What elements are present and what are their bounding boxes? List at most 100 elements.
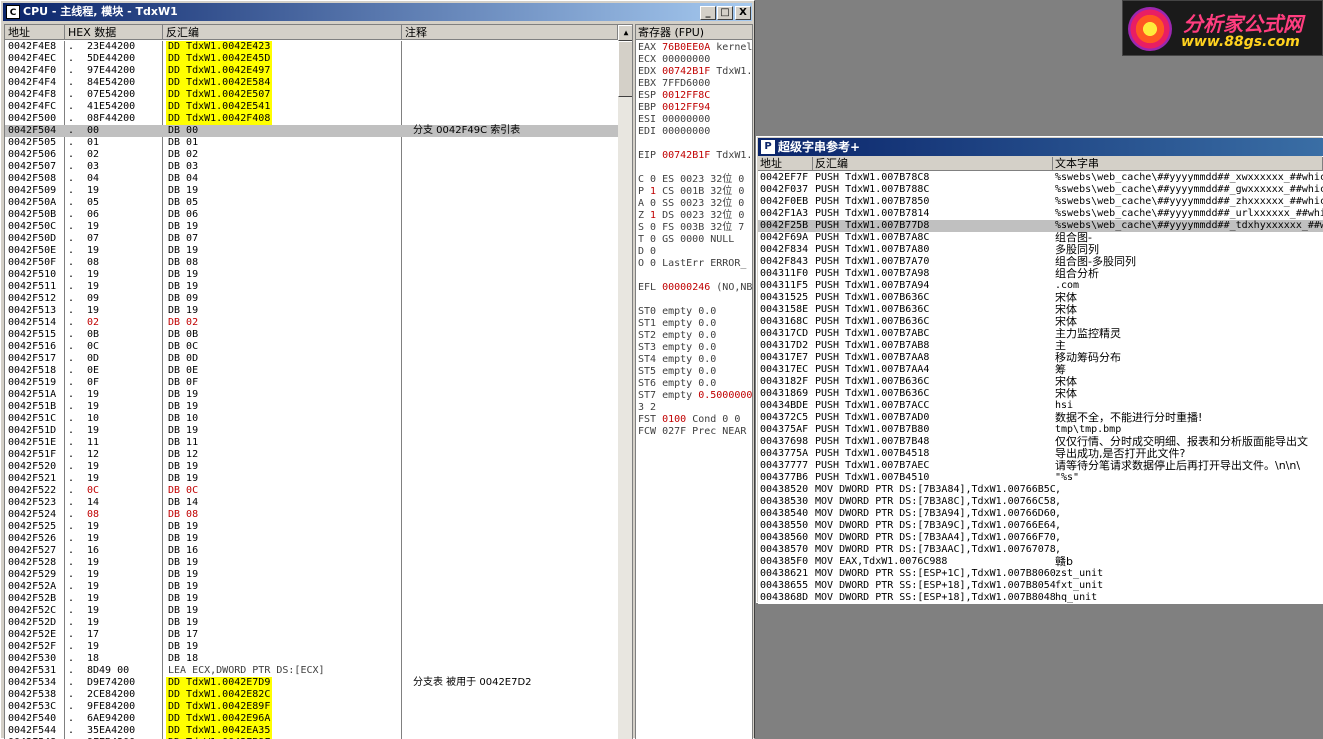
disassembly-row[interactable]: 0042F516. 0C DB 0C xyxy=(5,341,618,353)
register-line[interactable]: C 0 ES 0023 32位 0 xyxy=(638,174,744,186)
restore-button[interactable]: □ xyxy=(717,6,733,20)
string-row[interactable]: 0042F0EB PUSH TdxW1.007B7850 %swebs\web_ca… xyxy=(758,196,1323,208)
disassembly-row[interactable]: 0042F513. 19 DB 19 xyxy=(5,305,618,317)
register-line[interactable]: FCW 027F Prec NEAR xyxy=(638,426,746,438)
string-row[interactable]: 004375AF PUSH TdxW1.007B7B80 tmp\tmp.bmp xyxy=(758,424,1323,436)
string-row[interactable]: 00438540 MOV DWORD PTR DS:[7B3A94],TdxW1.… xyxy=(758,508,1323,520)
register-line[interactable]: EDI 00000000 xyxy=(638,126,710,138)
register-line[interactable]: ST0 empty 0.0 xyxy=(638,306,716,318)
disassembly-row[interactable]: 0042F4F4. 84E54200 DD TdxW1.0042E584 xyxy=(5,77,618,89)
register-line[interactable]: S 0 FS 003B 32位 7 xyxy=(638,222,744,234)
header-disassembly[interactable]: 反汇编 xyxy=(163,25,402,40)
disassembly-row[interactable]: 0042F52C. 19 DB 19 xyxy=(5,605,618,617)
string-row[interactable]: 0042F1A3 PUSH TdxW1.007B7814 %swebs\web_ca… xyxy=(758,208,1323,220)
register-line[interactable]: ST6 empty 0.0 xyxy=(638,378,716,390)
register-line[interactable]: O 0 LastErr ERROR_ xyxy=(638,258,746,270)
header-disassembly[interactable]: 反汇编 xyxy=(813,157,1053,171)
disassembly-row[interactable]: 0042F50E. 19 DB 19 xyxy=(5,245,618,257)
scroll-thumb[interactable] xyxy=(618,41,632,97)
register-line[interactable]: ST4 empty 0.0 xyxy=(638,354,716,366)
register-line[interactable]: EBX 7FFD6000 xyxy=(638,78,710,90)
header-text-string[interactable]: 文本字串 xyxy=(1053,157,1323,171)
disassembly-row[interactable]: 0042F517. 0D DB 0D xyxy=(5,353,618,365)
string-row[interactable]: 00438550 MOV DWORD PTR DS:[7B3A9C],TdxW1.… xyxy=(758,520,1323,532)
disassembly-row[interactable]: 0042F510. 19 DB 19 xyxy=(5,269,618,281)
register-line[interactable]: ST2 empty 0.0 xyxy=(638,330,716,342)
vertical-scrollbar[interactable]: ▲ xyxy=(618,25,632,739)
disassembly-row[interactable]: 0042F50A. 05 DB 05 xyxy=(5,197,618,209)
disassembly-row[interactable]: 0042F51B. 19 DB 19 xyxy=(5,401,618,413)
cpu-window-titlebar[interactable]: C CPU - 主线程, 模块 - TdxW1 _ □ X xyxy=(3,3,752,21)
string-row[interactable]: 0043775A PUSH TdxW1.007B4518 导出成功,是否打开此文件? xyxy=(758,448,1323,460)
string-row[interactable]: 004317CD PUSH TdxW1.007B7ABC 主力监控精灵 xyxy=(758,328,1323,340)
register-line[interactable]: ESI 00000000 xyxy=(638,114,710,126)
string-row[interactable]: 0042F25B PUSH TdxW1.007B77D8 %swebs\web_ca… xyxy=(758,220,1323,232)
register-line[interactable]: P 1 CS 001B 32位 0 xyxy=(638,186,744,198)
disassembly-pane[interactable]: 地址 HEX 数据 反汇编 注释 0042F4E8. 23E44200 DD Tdx… xyxy=(4,24,633,739)
disassembly-row[interactable]: 0042F4E8. 23E44200 DD TdxW1.0042E423 xyxy=(5,41,618,53)
disassembly-row[interactable]: 0042F52A. 19 DB 19 xyxy=(5,581,618,593)
register-line[interactable]: EDX 00742B1F TdxW1. xyxy=(638,66,752,78)
string-row[interactable]: 004317D2 PUSH TdxW1.007B7AB8 主 xyxy=(758,340,1323,352)
register-line[interactable]: EBP 0012FF94 xyxy=(638,102,710,114)
disassembly-row[interactable]: 0042F50B. 06 DB 06 xyxy=(5,209,618,221)
disassembly-row[interactable]: 0042F524. 08 DB 08 xyxy=(5,509,618,521)
disassembly-row[interactable]: 0042F52E. 17 DB 17 xyxy=(5,629,618,641)
string-row[interactable]: 004311F5 PUSH TdxW1.007B7A94 .com xyxy=(758,280,1323,292)
string-row[interactable]: 0042F037 PUSH TdxW1.007B788C %swebs\web_ca… xyxy=(758,184,1323,196)
disassembly-row[interactable]: 0042F4F0. 97E44200 DD TdxW1.0042E497 xyxy=(5,65,618,77)
header-address[interactable]: 地址 xyxy=(5,25,65,40)
disassembly-row[interactable]: 0042F519. 0F DB 0F xyxy=(5,377,618,389)
register-line[interactable]: D 0 xyxy=(638,246,656,258)
disassembly-row[interactable]: 0042F518. 0E DB 0E xyxy=(5,365,618,377)
disassembly-row[interactable]: 0042F50D. 07 DB 07 xyxy=(5,233,618,245)
disassembly-row[interactable]: 0042F4EC. 5DE44200 DD TdxW1.0042E45D xyxy=(5,53,618,65)
string-row[interactable]: 00438621 MOV DWORD PTR SS:[ESP+1C],TdxW1.… xyxy=(758,568,1323,580)
disassembly-row[interactable]: 0042F531. 8D49 00 LEA ECX,DWORD PTR DS:[EC… xyxy=(5,665,618,677)
close-button[interactable]: X xyxy=(735,6,751,20)
disassembly-row[interactable]: 0042F512. 09 DB 09 xyxy=(5,293,618,305)
disassembly-row[interactable]: 0042F520. 19 DB 19 xyxy=(5,461,618,473)
registers-pane[interactable]: 寄存器 (FPU) EAX 76B0EE0A kernel ECX 0000000… xyxy=(635,24,753,739)
disassembly-row[interactable]: 0042F540. 6AE94200 DD TdxW1.0042E96A xyxy=(5,713,618,725)
register-line[interactable]: ST7 empty 0.5000000 xyxy=(638,390,752,402)
string-row[interactable]: 00431525 PUSH TdxW1.007B636C 宋体 xyxy=(758,292,1323,304)
disassembly-row[interactable]: 0042F526. 19 DB 19 xyxy=(5,533,618,545)
disassembly-row[interactable]: 0042F51A. 19 DB 19 xyxy=(5,389,618,401)
string-row[interactable]: 00437777 PUSH TdxW1.007B7AEC 请等待分笔请求数据停止后再… xyxy=(758,460,1323,472)
register-line[interactable]: ESP 0012FF8C xyxy=(638,90,710,102)
register-line[interactable]: ST5 empty 0.0 xyxy=(638,366,716,378)
string-list[interactable]: 地址 反汇编 文本字串 0042EF7F PUSH TdxW1.007B78C8%… xyxy=(758,157,1323,604)
disassembly-row[interactable]: 0042F523. 14 DB 14 xyxy=(5,497,618,509)
disassembly-row[interactable]: 0042F528. 19 DB 19 xyxy=(5,557,618,569)
disassembly-row[interactable]: 0042F538. 2CE84200 DD TdxW1.0042E82C xyxy=(5,689,618,701)
disassembly-row[interactable]: 0042F508. 04 DB 04 xyxy=(5,173,618,185)
string-row[interactable]: 00438655 MOV DWORD PTR SS:[ESP+18],TdxW1.… xyxy=(758,580,1323,592)
disassembly-row[interactable]: 0042F52D. 19 DB 19 xyxy=(5,617,618,629)
string-row[interactable]: 004372C5 PUSH TdxW1.007B7AD0 数据不全，不能进行分时重播… xyxy=(758,412,1323,424)
string-row[interactable]: 00438520 MOV DWORD PTR DS:[7B3A84],TdxW1.… xyxy=(758,484,1323,496)
header-comment[interactable]: 注释 xyxy=(402,25,618,40)
string-row[interactable]: 0043168C PUSH TdxW1.007B636C 宋体 xyxy=(758,316,1323,328)
disassembly-row[interactable]: 0042F534. D9E74200 DD TdxW1.0042E7D9 分支表 被用… xyxy=(5,677,618,689)
disassembly-row[interactable]: 0042F52B. 19 DB 19 xyxy=(5,593,618,605)
disassembly-row[interactable]: 0042F525. 19 DB 19 xyxy=(5,521,618,533)
register-line[interactable]: EFL 00000246 (NO,NB xyxy=(638,282,752,294)
disassembly-row[interactable]: 0042F530. 18 DB 18 xyxy=(5,653,618,665)
string-row[interactable]: 0042F843 PUSH TdxW1.007B7A70 组合图-多股同列 xyxy=(758,256,1323,268)
disassembly-row[interactable]: 0042F51E. 11 DB 11 xyxy=(5,437,618,449)
string-row[interactable]: 004317EC PUSH TdxW1.007B7AA4 筹 xyxy=(758,364,1323,376)
register-line[interactable]: A 0 SS 0023 32位 0 xyxy=(638,198,744,210)
register-line[interactable]: T 0 GS 0000 NULL xyxy=(638,234,734,246)
disassembly-row[interactable]: 0042F505. 01 DB 01 xyxy=(5,137,618,149)
string-row[interactable]: 0043182F PUSH TdxW1.007B636C 宋体 xyxy=(758,376,1323,388)
disassembly-row[interactable]: 0042F53C. 9FE84200 DD TdxW1.0042E89F xyxy=(5,701,618,713)
register-line[interactable]: EIP 00742B1F TdxW1. xyxy=(638,150,752,162)
disassembly-row[interactable]: 0042F52F. 19 DB 19 xyxy=(5,641,618,653)
string-row[interactable]: 004385F0 MOV EAX,TdxW1.0076C988 赣b xyxy=(758,556,1323,568)
register-line[interactable]: FST 0100 Cond 0 0 xyxy=(638,414,740,426)
string-row[interactable]: 0042F69A PUSH TdxW1.007B7A8C 组合图- xyxy=(758,232,1323,244)
disassembly-row[interactable]: 0042F4F8. 07E54200 DD TdxW1.0042E507 xyxy=(5,89,618,101)
header-address[interactable]: 地址 xyxy=(758,157,813,171)
disassembly-row[interactable]: 0042F521. 19 DB 19 xyxy=(5,473,618,485)
